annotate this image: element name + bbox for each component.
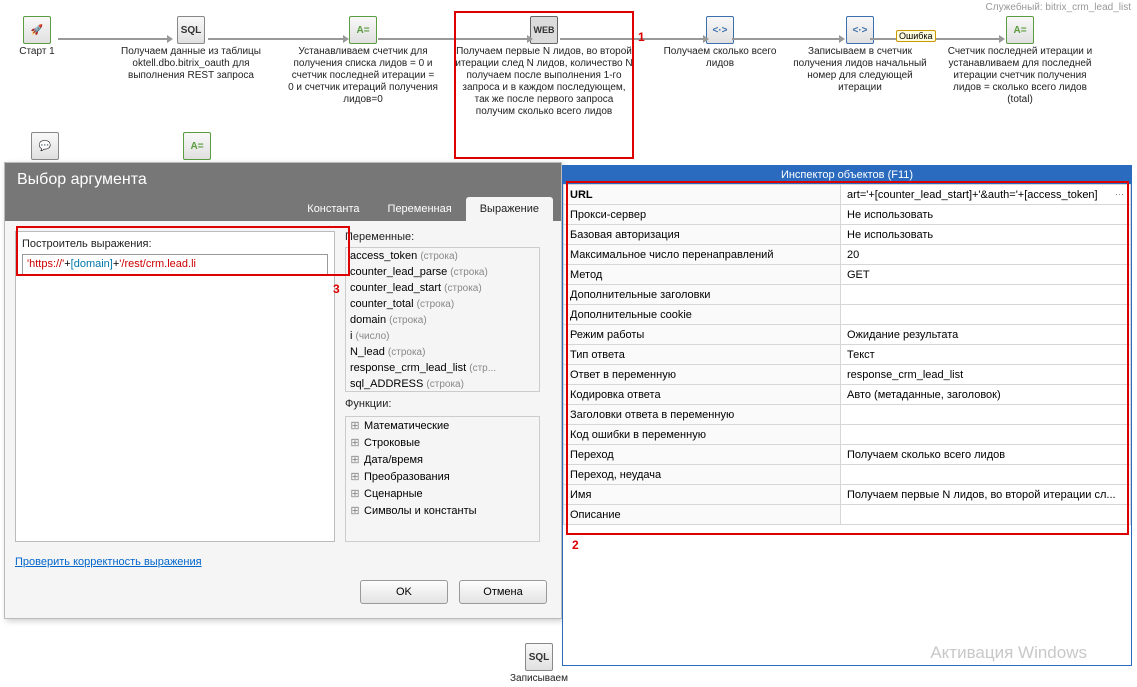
node-comment[interactable]: 💬 <box>28 132 62 160</box>
var-item[interactable]: i (число) <box>346 328 539 344</box>
sql-icon: SQL <box>177 16 205 44</box>
node-parse2[interactable]: <·> Записываем в счетчик получения лидов… <box>790 16 930 94</box>
funcs-label: Функции: <box>345 398 540 410</box>
assign-icon: A= <box>183 132 211 160</box>
expression-panel: Построитель выражения: 'https://'+[domai… <box>15 231 335 542</box>
sql-icon: SQL <box>525 643 553 671</box>
node-assign2[interactable]: A= Счетчик последней итерации и устанавл… <box>940 16 1100 106</box>
var-item[interactable]: domain (строка) <box>346 312 539 328</box>
var-item[interactable]: response_crm_lead_list (стр... <box>346 360 539 376</box>
func-group[interactable]: ⊞Строковые <box>346 434 539 451</box>
parse-icon: <·> <box>706 16 734 44</box>
func-group[interactable]: ⊞Преобразования <box>346 468 539 485</box>
tab-expression[interactable]: Выражение <box>466 197 553 221</box>
annot-3: 3 <box>333 282 340 296</box>
node-assign3[interactable]: A= <box>180 132 214 160</box>
assign-icon: A= <box>1006 16 1034 44</box>
tab-constant[interactable]: Константа <box>293 197 373 221</box>
comment-icon: 💬 <box>31 132 59 160</box>
var-item[interactable]: counter_lead_start (строка) <box>346 280 539 296</box>
rocket-icon: 🚀 <box>23 16 51 44</box>
highlight-box-1 <box>454 11 634 159</box>
node-start[interactable]: 🚀 Старт 1 <box>2 16 72 58</box>
var-item[interactable]: sql_ADDRESS (строка) <box>346 376 539 392</box>
var-item[interactable]: access_token (строка) <box>346 248 539 264</box>
vars-list[interactable]: access_token (строка)counter_lead_parse … <box>345 247 540 392</box>
func-group[interactable]: ⊞Сценарные <box>346 485 539 502</box>
node-assign1[interactable]: A= Устанавливаем счетчик для получения с… <box>288 16 438 106</box>
assign-icon: A= <box>349 16 377 44</box>
check-expression-link[interactable]: Проверить корректность выражения <box>5 552 212 572</box>
error-badge: Ошибка <box>896 30 936 42</box>
cancel-button[interactable]: Отмена <box>459 580 547 604</box>
vars-label: Переменные: <box>345 231 540 243</box>
var-item[interactable]: counter_total (строка) <box>346 296 539 312</box>
tab-variable[interactable]: Переменная <box>374 197 466 221</box>
annot-2: 2 <box>572 538 579 552</box>
funcs-list[interactable]: ⊞Математические⊞Строковые⊞Дата/время⊞Пре… <box>345 416 540 542</box>
highlight-box-3 <box>16 226 350 276</box>
vars-panel: Переменные: access_token (строка)counter… <box>345 231 540 542</box>
node-sql-bottom[interactable]: SQL Записываем <box>510 643 568 685</box>
var-item[interactable]: counter_lead_parse (строка) <box>346 264 539 280</box>
var-item[interactable]: N_lead (строка) <box>346 344 539 360</box>
ok-button[interactable]: OK <box>360 580 448 604</box>
dialog-title: Выбор аргумента <box>5 163 561 197</box>
func-group[interactable]: ⊞Математические <box>346 417 539 434</box>
node-sql1[interactable]: SQL Получаем данные из таблицы oktell.db… <box>116 16 266 82</box>
func-group[interactable]: ⊞Символы и константы <box>346 502 539 519</box>
func-group[interactable]: ⊞Дата/время <box>346 451 539 468</box>
annot-1: 1 <box>638 30 645 44</box>
node-parse1[interactable]: <·> Получаем сколько всего лидов <box>655 16 785 70</box>
highlight-box-2 <box>566 181 1129 535</box>
